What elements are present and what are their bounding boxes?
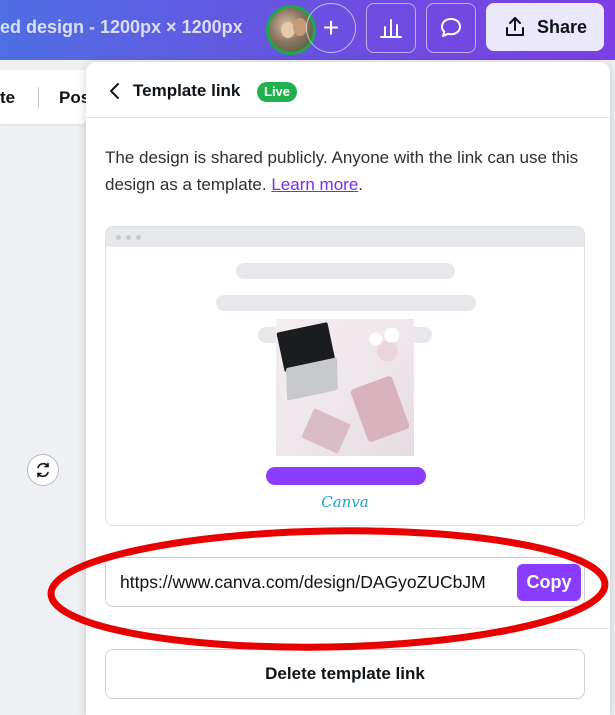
- share-description: The design is shared publicly. Anyone wi…: [105, 148, 579, 194]
- preview-dot: [116, 235, 121, 240]
- preview-cta-bar: [266, 467, 426, 485]
- preview-skeleton-line: [216, 295, 476, 311]
- upload-icon: [505, 17, 524, 36]
- insights-button[interactable]: [366, 3, 416, 53]
- panel-header: Template link Live: [86, 62, 610, 118]
- bar-chart-icon: [380, 19, 402, 38]
- share-label: Share: [536, 16, 588, 37]
- preview-browser-bar: [106, 227, 584, 247]
- rotate-icon: [37, 462, 49, 478]
- learn-more-link[interactable]: Learn more: [271, 175, 358, 194]
- editor-toolbar: te Pos: [0, 70, 90, 124]
- toolbar-item-translate[interactable]: te: [0, 88, 15, 108]
- canva-logo: Canva: [321, 493, 369, 511]
- preview-skeleton-line: [236, 263, 455, 279]
- chevron-left-icon[interactable]: [108, 82, 122, 100]
- live-badge: Live: [257, 82, 298, 102]
- template-link-field: Copy: [105, 557, 585, 607]
- template-link-input[interactable]: [120, 558, 512, 606]
- panel-divider: [86, 628, 610, 629]
- template-link-panel: Template link Live The design is shared …: [86, 62, 610, 715]
- top-header-bar: ed design - 1200px × 1200px + Share: [0, 0, 615, 60]
- comment-button[interactable]: [426, 3, 476, 53]
- delete-template-link-button[interactable]: Delete template link: [105, 649, 585, 699]
- design-title[interactable]: ed design - 1200px × 1200px: [0, 17, 243, 38]
- rotate-button[interactable]: [27, 454, 59, 486]
- plus-icon: +: [322, 12, 340, 43]
- speech-bubble-icon: [441, 18, 461, 37]
- copy-button[interactable]: Copy: [517, 564, 581, 601]
- design-thumbnail: [276, 319, 414, 456]
- preview-dot: [136, 235, 141, 240]
- add-collaborator-button[interactable]: +: [306, 3, 356, 53]
- share-button[interactable]: Share: [486, 3, 604, 51]
- preview-dot: [126, 235, 131, 240]
- template-preview-card: Canva: [105, 226, 585, 526]
- panel-title: Template link: [133, 81, 241, 100]
- toolbar-divider: [38, 87, 39, 109]
